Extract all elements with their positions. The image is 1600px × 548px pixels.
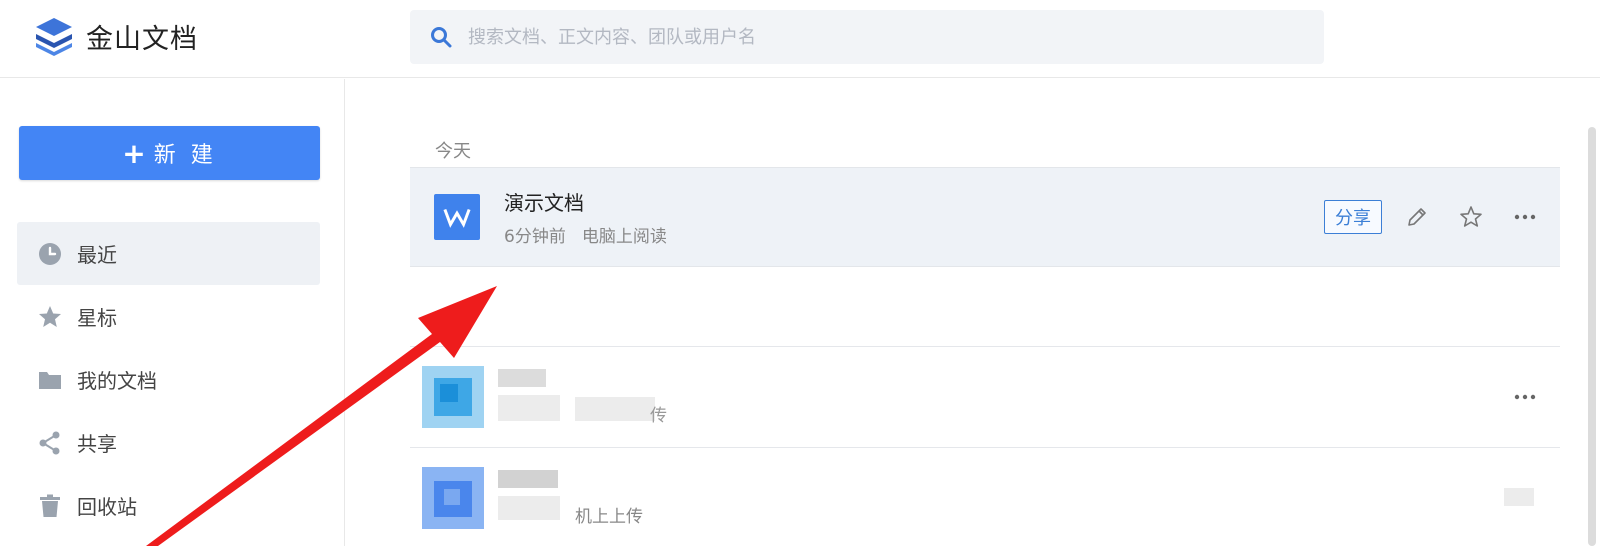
main-content: 今天 演示文档 6分钟前 电脑上阅读 分享 传 机上上传 <box>345 79 1600 546</box>
edit-pencil-icon[interactable] <box>1404 204 1430 230</box>
search-icon <box>431 27 452 48</box>
section-title-today: 今天 <box>435 141 471 162</box>
file-name[interactable]: 演示文档 <box>504 187 667 216</box>
sidebar-item-label: 回收站 <box>77 495 137 519</box>
new-button[interactable]: + 新 建 <box>19 126 320 180</box>
file-source-fragment: 传 <box>650 406 667 426</box>
file-row[interactable]: 演示文档 6分钟前 电脑上阅读 分享 <box>410 167 1560 267</box>
word-doc-icon <box>434 194 480 240</box>
sidebar-item-label: 我的文档 <box>77 369 157 393</box>
stacked-layers-logo-icon <box>36 18 72 56</box>
more-options-icon[interactable] <box>1512 204 1538 230</box>
vertical-scrollbar[interactable] <box>1588 127 1596 546</box>
sidebar-item-my-docs[interactable]: 我的文档 <box>17 348 320 411</box>
blurred-file-time <box>498 395 560 421</box>
sidebar-item-trash[interactable]: 回收站 <box>17 474 320 537</box>
sidebar: + 新 建 最近 星标 我的文档 共享 回收站 <box>0 79 345 546</box>
star-icon <box>39 305 61 327</box>
blurred-file-time <box>498 496 560 520</box>
search-input[interactable] <box>466 25 1270 49</box>
file-source: 电脑上阅读 <box>581 227 667 247</box>
sidebar-item-label: 星标 <box>77 306 117 330</box>
sidebar-item-recent[interactable]: 最近 <box>17 222 320 285</box>
file-row[interactable]: 传 <box>410 347 1560 447</box>
sidebar-item-shared[interactable]: 共享 <box>17 411 320 474</box>
blurred-thumbnail-icon <box>422 467 484 529</box>
blurred-file-name <box>498 470 558 488</box>
blurred-file-name <box>498 369 546 387</box>
top-bar: 金山文档 <box>0 0 1600 78</box>
share-icon <box>39 431 60 454</box>
file-row[interactable]: 机上上传 <box>410 448 1560 548</box>
sidebar-item-label: 共享 <box>77 432 117 456</box>
file-time: 6分钟前 <box>504 227 566 247</box>
blurred-file-source <box>575 397 655 421</box>
blurred-thumbnail-icon <box>422 366 484 428</box>
trash-icon <box>40 494 60 517</box>
more-options-icon[interactable] <box>1512 384 1538 410</box>
plus-icon: + <box>122 136 146 170</box>
app-logo[interactable]: 金山文档 <box>32 14 198 58</box>
search-bar[interactable] <box>410 10 1324 64</box>
file-source-fragment: 机上上传 <box>575 507 643 527</box>
sidebar-item-starred[interactable]: 星标 <box>17 285 320 348</box>
new-button-label: 新 建 <box>153 143 217 168</box>
clock-icon <box>39 242 61 265</box>
blurred-action <box>1504 488 1534 506</box>
share-button[interactable]: 分享 <box>1324 200 1382 234</box>
sidebar-item-label: 最近 <box>77 243 117 267</box>
star-outline-icon[interactable] <box>1458 204 1484 230</box>
folder-icon <box>39 371 61 389</box>
app-name: 金山文档 <box>86 23 198 55</box>
